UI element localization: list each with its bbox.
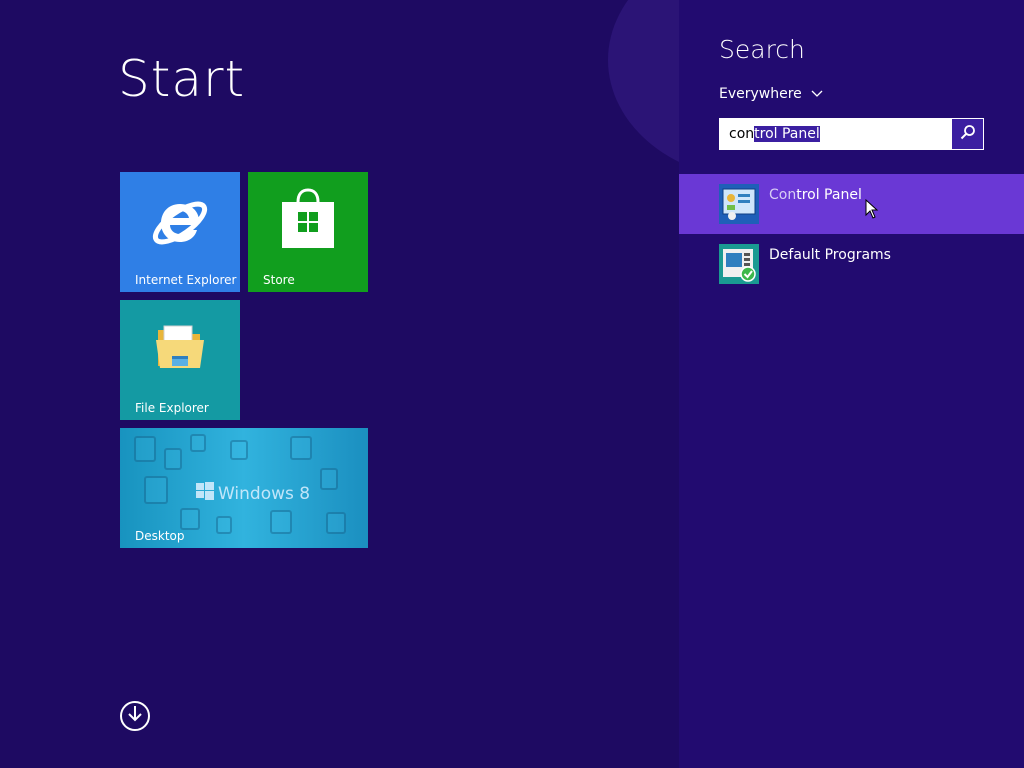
search-box: con trol Panel — [719, 118, 984, 150]
search-icon — [960, 124, 976, 144]
chevron-down-icon — [811, 86, 823, 102]
search-result-default-programs[interactable]: Default Programs — [679, 234, 1024, 294]
desktop-wallpaper-square — [290, 436, 312, 460]
default-programs-icon — [719, 244, 759, 284]
search-title: Search — [719, 35, 805, 64]
search-query-selection: trol Panel — [754, 126, 820, 142]
desktop-brand-text: Windows 8 — [218, 483, 311, 504]
desktop-brand: Windows 8 — [196, 482, 310, 505]
desktop-wallpaper-square — [326, 512, 346, 534]
desktop-wallpaper-square — [216, 516, 232, 534]
search-result-label: Default Programs — [769, 247, 891, 263]
search-charm: Search Everywhere con trol Panel Control… — [679, 0, 1024, 768]
desktop-wallpaper-square — [190, 434, 206, 452]
desktop-wallpaper-square — [134, 436, 156, 462]
store-icon — [248, 188, 368, 250]
start-screen: Start Internet Explorer Store File Explo… — [0, 0, 837, 768]
tile-internet-explorer[interactable]: Internet Explorer — [120, 172, 240, 292]
file-explorer-icon — [120, 322, 240, 372]
apps-view-button[interactable] — [120, 701, 150, 731]
down-arrow-icon — [127, 705, 143, 727]
search-query-prefix: con — [729, 126, 755, 142]
desktop-wallpaper-square — [270, 510, 292, 534]
tile-label: Desktop — [135, 529, 185, 543]
search-result-label: Control Panel — [769, 187, 862, 203]
tile-desktop[interactable]: Windows 8 Desktop — [120, 428, 368, 548]
desktop-wallpaper-square — [180, 508, 200, 530]
control-panel-icon — [719, 184, 759, 224]
desktop-wallpaper-square — [144, 476, 168, 504]
tile-label: File Explorer — [135, 401, 209, 415]
search-result-control-panel[interactable]: Control Panel — [679, 174, 1024, 234]
search-scope-dropdown[interactable]: Everywhere — [719, 86, 823, 102]
search-scope-label: Everywhere — [719, 86, 802, 102]
search-input[interactable]: con trol Panel — [720, 119, 953, 149]
desktop-wallpaper-square — [230, 440, 248, 460]
tile-label: Store — [263, 273, 295, 287]
tile-store[interactable]: Store — [248, 172, 368, 292]
start-title: Start — [118, 50, 246, 108]
desktop-wallpaper-square — [320, 468, 338, 490]
search-button[interactable] — [952, 119, 983, 149]
mouse-pointer-icon — [865, 198, 879, 223]
tile-file-explorer[interactable]: File Explorer — [120, 300, 240, 420]
tile-label: Internet Explorer — [135, 273, 237, 287]
desktop-wallpaper-square — [164, 448, 182, 470]
windows-logo-icon — [196, 482, 214, 505]
internet-explorer-icon — [120, 192, 240, 254]
